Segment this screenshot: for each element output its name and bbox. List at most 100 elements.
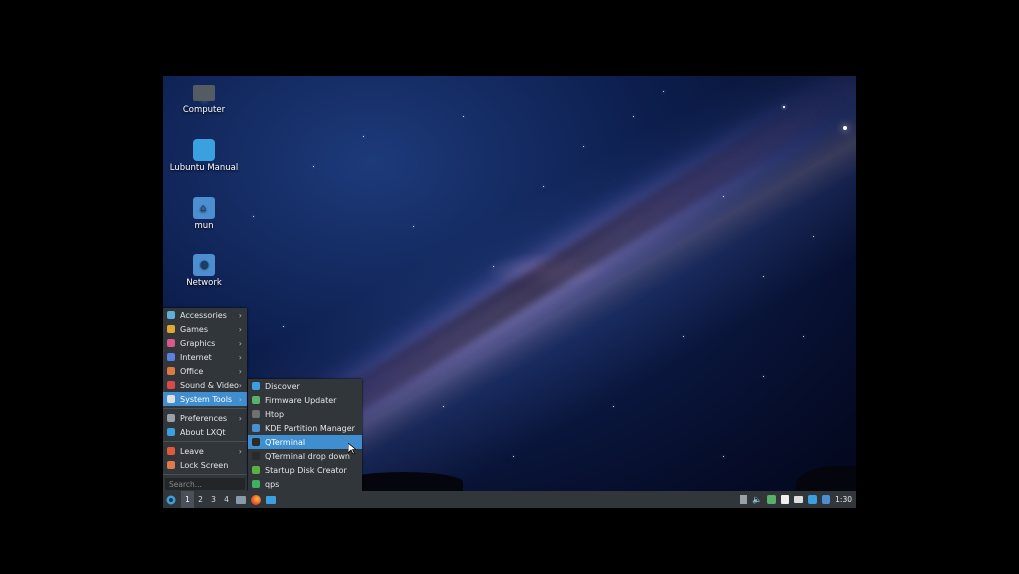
preferences-icon [167,414,175,422]
menu-separator [163,441,247,442]
discover-icon [252,382,260,390]
lock-icon [167,461,175,469]
network-folder-icon: ● [193,254,215,276]
star [843,126,847,130]
star [283,326,284,327]
network-icon[interactable] [808,495,818,504]
menu-item-label: System Tools [180,394,233,404]
desktop-icon-label: Computer [182,105,226,115]
chevron-right-icon: › [238,324,242,334]
desktop-1-button[interactable]: 1 [181,491,194,508]
star [493,266,494,267]
menu-item-sound-video[interactable]: Sound & Video › [163,378,247,392]
office-icon [167,367,175,375]
menu-item-label: Games [180,324,208,334]
menu-item-label: Graphics [180,338,216,348]
menu-item-kde-partition-manager[interactable]: KDE Partition Manager [248,421,362,435]
clipboard-icon[interactable] [740,495,748,504]
menu-item-games[interactable]: Games › [163,322,247,336]
menu-item-firmware-updater[interactable]: Firmware Updater [248,393,362,407]
menu-item-accessories[interactable]: Accessories › [163,308,247,322]
star [813,236,815,238]
menu-item-label: Startup Disk Creator [265,465,347,475]
desktop-2-button[interactable]: 2 [194,491,207,508]
menu-item-qps[interactable]: qps [248,477,362,491]
menu-item-label: Leave [180,446,204,456]
desktop-screen: Computer Lubuntu Manual ⌂ mun ● Network … [163,76,856,508]
leave-icon [167,447,175,455]
bluetooth-icon[interactable] [822,495,831,504]
desktop-icon-network[interactable]: ● Network [164,254,244,288]
menu-item-lock-screen[interactable]: Lock Screen [163,458,247,472]
menu-item-qterminal[interactable]: QTerminal [248,435,362,449]
desktop-icon-label: Lubuntu Manual [169,163,239,173]
desktop-icon-lubuntu-manual[interactable]: Lubuntu Manual [164,139,244,173]
chevron-right-icon: › [238,366,242,376]
menu-item-label: About LXQt [180,427,226,437]
qps-icon [252,480,260,488]
show-desktop-icon [235,495,246,504]
menu-item-label: Firmware Updater [265,395,337,405]
desktop-4-button[interactable]: 4 [220,491,233,508]
menu-item-label: Preferences [180,413,228,423]
partition-icon [252,424,260,432]
star [513,456,514,457]
volume-icon[interactable]: 🔈 [752,495,762,504]
star [543,186,544,187]
chevron-right-icon: › [238,310,242,320]
chevron-right-icon: › [238,394,242,404]
menu-item-preferences[interactable]: Preferences › [163,411,247,425]
menu-item-qterminal-drop-down[interactable]: QTerminal drop down [248,449,362,463]
star [443,406,444,407]
desktop-icon-computer[interactable]: Computer [164,85,244,115]
menu-separator [163,474,247,475]
star [253,216,254,217]
firefox-launcher[interactable] [248,491,263,508]
system-tools-icon [167,395,175,403]
menu-item-about-lxqt[interactable]: About LXQt [163,425,247,439]
menu-item-system-tools[interactable]: System Tools › [163,392,247,406]
sound-video-icon [167,381,175,389]
desktop-switcher: 1234 [181,491,233,508]
star [763,376,764,377]
menu-item-office[interactable]: Office › [163,364,247,378]
menu-search-input[interactable]: Search... [165,478,245,490]
chevron-right-icon: › [238,338,242,348]
menu-item-htop[interactable]: Htop [248,407,362,421]
menu-item-label: Sound & Video [180,380,239,390]
computer-icon [193,85,215,101]
clock[interactable]: 1:30 [835,495,852,504]
desktop-icon-label: mun [194,221,214,231]
menu-item-graphics[interactable]: Graphics › [163,336,247,350]
notes-icon[interactable] [781,495,790,504]
monitor-icon[interactable] [794,496,804,503]
taskbar-panel: 1234 🔈 1:30 [163,491,856,508]
star [583,146,585,148]
update-icon[interactable] [767,495,777,504]
book-icon [193,139,215,161]
main-menu-button[interactable] [163,491,179,508]
star [613,406,614,407]
system-tools-submenu: Discover Firmware Updater Htop KDE Partitio… [248,379,362,491]
menu-item-discover[interactable]: Discover [248,379,362,393]
desktop-3-button[interactable]: 3 [207,491,220,508]
system-tray: 🔈 1:30 [740,495,852,504]
chevron-right-icon: › [238,413,242,423]
htop-icon [252,410,260,418]
menu-item-label: KDE Partition Manager [265,423,355,433]
menu-item-label: QTerminal [265,437,306,447]
menu-item-leave[interactable]: Leave › [163,444,247,458]
menu-item-label: Office [180,366,204,376]
folder-icon [265,495,276,504]
desktop-icon-label: Network [186,278,222,288]
show-desktop-button[interactable] [233,491,248,508]
star [683,336,684,337]
graphics-icon [167,339,175,347]
star [763,276,764,277]
desktop-icon-home[interactable]: ⌂ mun [164,197,244,231]
star [363,136,364,137]
chevron-right-icon: › [238,380,242,390]
menu-item-internet[interactable]: Internet › [163,350,247,364]
file-manager-launcher[interactable] [263,491,278,508]
menu-item-startup-disk-creator[interactable]: Startup Disk Creator [248,463,362,477]
